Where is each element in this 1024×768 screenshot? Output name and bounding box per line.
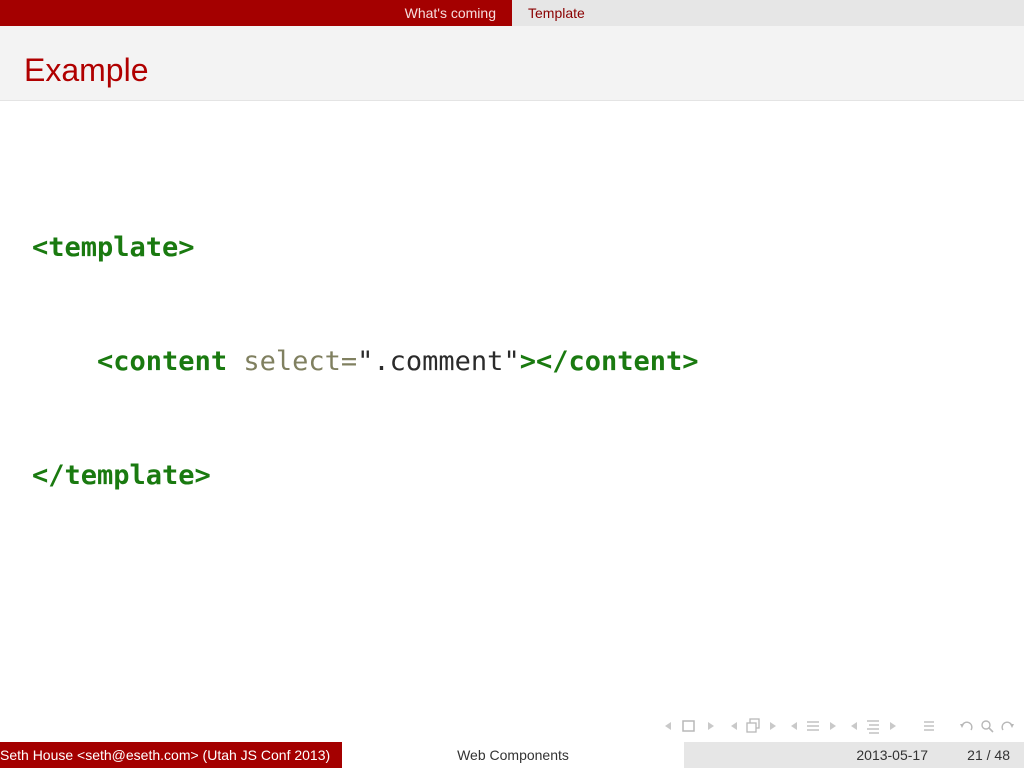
footer-author-box: Seth House <seth@eseth.com> (Utah JS Con… [0,742,342,768]
next-slide-icon[interactable] [702,716,720,736]
code-attribute-value: ".comment" [357,346,520,377]
section-nav-left: What's coming [0,0,512,26]
frame-title-bar: Example [0,26,1024,101]
undo-icon[interactable] [958,716,976,736]
footer-title: Web Components [457,747,569,763]
code-line-1: <template> [32,229,699,267]
footer-title-box: Web Components [342,742,684,768]
navigation-symbols [660,716,1020,736]
frame-title: Example [24,52,149,88]
next-section-icon[interactable] [884,716,902,736]
code-block: <template> <content select=".comment"></… [32,153,699,533]
code-tag: </template> [32,460,211,491]
prev-frame-icon[interactable] [726,716,744,736]
code-tag: <content [97,346,228,377]
code-attribute: select= [243,346,358,377]
prev-section-icon[interactable] [846,716,864,736]
section-icon[interactable] [864,716,882,736]
section-nav-right: Template [512,0,1024,26]
code-tag: ></content> [519,346,699,377]
subsection-icon[interactable] [804,716,822,736]
search-icon[interactable] [978,716,996,736]
footline: Seth House <seth@eseth.com> (Utah JS Con… [0,742,1024,768]
prev-subsection-icon[interactable] [786,716,804,736]
footer-date-box: 2013-05-17 21 / 48 [684,742,1024,768]
slides-icon[interactable] [744,716,762,736]
section-navigation: What's coming Template [0,0,1024,26]
code-line-2: <content select=".comment"></content> [32,343,699,381]
nav-section-template[interactable]: Template [528,5,585,21]
nav-section-whats-coming[interactable]: What's coming [405,5,496,21]
code-tag: <template> [32,232,195,263]
redo-icon[interactable] [998,716,1016,736]
page-number: 21 / 48 [967,747,1010,763]
frame-icon[interactable] [680,716,698,736]
footer-date: 2013-05-17 [856,747,928,763]
document-icon[interactable] [920,716,938,736]
next-frame-icon[interactable] [764,716,782,736]
code-line-3: </template> [32,457,699,495]
prev-slide-icon[interactable] [660,716,678,736]
next-subsection-icon[interactable] [824,716,842,736]
footer-author: Seth House <seth@eseth.com> (Utah JS Con… [0,747,331,763]
